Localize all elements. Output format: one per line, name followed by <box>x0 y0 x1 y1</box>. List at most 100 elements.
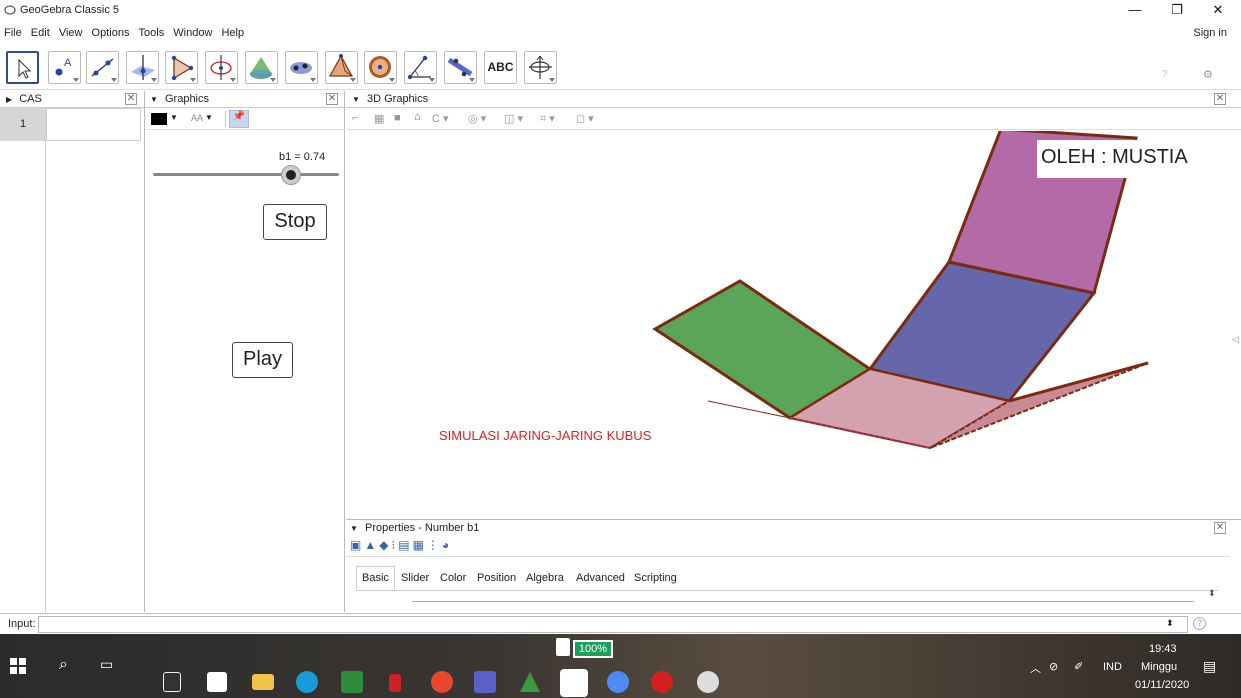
search-icon[interactable]: ⌕ <box>59 656 68 674</box>
projection-icon[interactable]: ◻ ▾ <box>576 112 594 125</box>
home-icon[interactable]: ⌂ <box>414 111 421 123</box>
scroll-spinner-icon[interactable]: ⬍ <box>1208 588 1216 599</box>
rotate-view-tool-button[interactable] <box>524 51 557 84</box>
tab-advanced[interactable]: Advanced <box>576 572 625 584</box>
settings-gear-icon[interactable]: ⚙ <box>1203 68 1213 81</box>
input-spinner-icon[interactable]: ⬍ <box>1166 618 1174 629</box>
view-direction-icon[interactable]: ◫ ▾ <box>504 112 523 125</box>
windows-start-icon[interactable] <box>10 658 26 674</box>
cube-net-canvas[interactable] <box>346 131 1241 519</box>
pin-icon[interactable]: 📌 <box>229 110 249 128</box>
collapse-arrow-icon[interactable]: ▼ <box>350 524 358 533</box>
dropdown-arrow-icon[interactable]: ▼ <box>205 113 213 122</box>
geogebra-classic-icon[interactable] <box>560 669 588 697</box>
chrome-profile-icon[interactable] <box>607 671 629 693</box>
author-label: OLEH : MUSTIA <box>1037 140 1227 178</box>
play-button[interactable]: Play <box>232 342 293 378</box>
clock-day[interactable]: Minggu <box>1141 661 1177 673</box>
tab-algebra[interactable]: Algebra <box>526 572 564 584</box>
menu-file[interactable]: File <box>4 24 22 39</box>
file-explorer-icon[interactable] <box>252 674 274 690</box>
paint-icon[interactable] <box>697 671 719 693</box>
pyramid-tool-button[interactable] <box>325 51 358 84</box>
tab-position[interactable]: Position <box>477 572 516 584</box>
menu-view[interactable]: View <box>59 24 83 39</box>
tab-scripting[interactable]: Scripting <box>634 572 677 584</box>
app-red-icon[interactable] <box>389 674 401 692</box>
minimize-button[interactable]: — <box>1117 0 1153 22</box>
maximize-button[interactable]: ❐ <box>1159 0 1195 22</box>
teams-icon[interactable] <box>474 671 496 693</box>
properties-icon-bar[interactable]: ▣▲◆⁝▤▦⋮◕ <box>350 538 530 556</box>
collapse-arrow-icon[interactable]: ▼ <box>150 95 158 104</box>
sphere-tool-button[interactable] <box>364 51 397 84</box>
show-hidden-icons-icon[interactable]: ︿ <box>1030 660 1041 676</box>
line-tool-button[interactable] <box>86 51 119 84</box>
polygon-tool-button[interactable] <box>165 51 198 84</box>
graphics-title: Graphics <box>164 93 210 105</box>
help-icon[interactable]: ? <box>1162 69 1168 80</box>
calculator-icon[interactable] <box>163 672 181 692</box>
cone-tool-button[interactable] <box>245 51 278 84</box>
clock-date[interactable]: 01/11/2020 <box>1135 679 1189 691</box>
reflect-tool-button[interactable] <box>444 51 477 84</box>
svg-text:A: A <box>64 57 72 69</box>
opera-icon[interactable] <box>651 671 673 693</box>
cas-row-number[interactable]: 1 <box>0 108 46 141</box>
move-tool-button[interactable] <box>6 51 39 84</box>
pen-icon[interactable]: ✐ <box>1074 660 1083 673</box>
language-indicator[interactable]: IND <box>1103 661 1122 673</box>
tab-slider[interactable]: Slider <box>401 572 429 584</box>
chrome-icon[interactable] <box>431 671 453 693</box>
slider-track[interactable] <box>153 173 339 176</box>
notifications-icon[interactable]: ▤ <box>1203 658 1216 675</box>
tab-color[interactable]: Color <box>440 572 466 584</box>
input-help-icon[interactable]: ? <box>1193 617 1206 630</box>
collapse-arrow-icon[interactable]: ▼ <box>352 95 360 104</box>
tab-basic[interactable]: Basic <box>356 566 395 589</box>
close-button[interactable]: ✕ <box>1200 0 1236 22</box>
axes-toggle-icon[interactable]: ⌐ <box>352 112 358 124</box>
menu-tools[interactable]: Tools <box>139 24 165 39</box>
graphics-3d-close-icon[interactable]: ✕ <box>1214 93 1226 105</box>
cas-close-icon[interactable]: ✕ <box>125 93 137 105</box>
side-collapse-icon[interactable]: ◁ <box>1232 334 1239 345</box>
point-tool-button[interactable]: A <box>48 51 81 84</box>
angle-tool-button[interactable] <box>404 51 437 84</box>
input-field[interactable] <box>38 616 1188 633</box>
store-icon[interactable] <box>207 672 227 692</box>
perpendicular-tool-button[interactable] <box>126 51 159 84</box>
sign-in-link[interactable]: Sign in <box>1193 27 1227 39</box>
menu-window[interactable]: Window <box>173 24 212 39</box>
animation-icon[interactable]: ◎ ▾ <box>468 112 486 125</box>
color-swatch[interactable] <box>151 113 167 125</box>
expand-arrow-icon[interactable]: ▶ <box>6 95 12 104</box>
menu-edit[interactable]: Edit <box>31 24 50 39</box>
clock-time[interactable]: 19:43 <box>1149 643 1177 655</box>
geogebra-3d-icon[interactable] <box>518 670 542 697</box>
battery-plug-icon <box>556 638 570 656</box>
clipping-icon[interactable]: ⌗ ▾ <box>540 112 555 126</box>
stop-button[interactable]: Stop <box>263 204 327 240</box>
text-tool-button[interactable]: ABC <box>484 51 517 84</box>
divider <box>225 111 226 127</box>
plane-toggle-icon[interactable]: ■ <box>394 112 401 124</box>
properties-panel: ▼ Properties - Number b1 ✕ ▣▲◆⁝▤▦⋮◕ Basi… <box>346 519 1241 612</box>
grid-toggle-icon[interactable]: ▦ <box>374 112 384 125</box>
task-view-icon[interactable]: ▭ <box>100 656 113 673</box>
cas-cell-input[interactable] <box>46 108 141 141</box>
graphics-close-icon[interactable]: ✕ <box>326 93 338 105</box>
menu-help[interactable]: Help <box>221 24 244 39</box>
network-icon[interactable]: ⊘ <box>1049 660 1058 673</box>
edge-browser-icon[interactable] <box>296 671 318 693</box>
circle-tool-button[interactable] <box>205 51 238 84</box>
text-size-button[interactable]: AA <box>191 113 203 123</box>
rotate-icon[interactable]: C ▾ <box>432 112 449 125</box>
excel-icon[interactable] <box>341 671 363 693</box>
point-on-object-tool-button[interactable] <box>285 51 318 84</box>
dropdown-arrow-icon[interactable]: ▼ <box>170 113 178 122</box>
slider-handle[interactable] <box>280 165 301 185</box>
menu-options[interactable]: Options <box>92 24 130 39</box>
divider <box>346 556 1230 557</box>
properties-close-icon[interactable]: ✕ <box>1214 522 1226 534</box>
